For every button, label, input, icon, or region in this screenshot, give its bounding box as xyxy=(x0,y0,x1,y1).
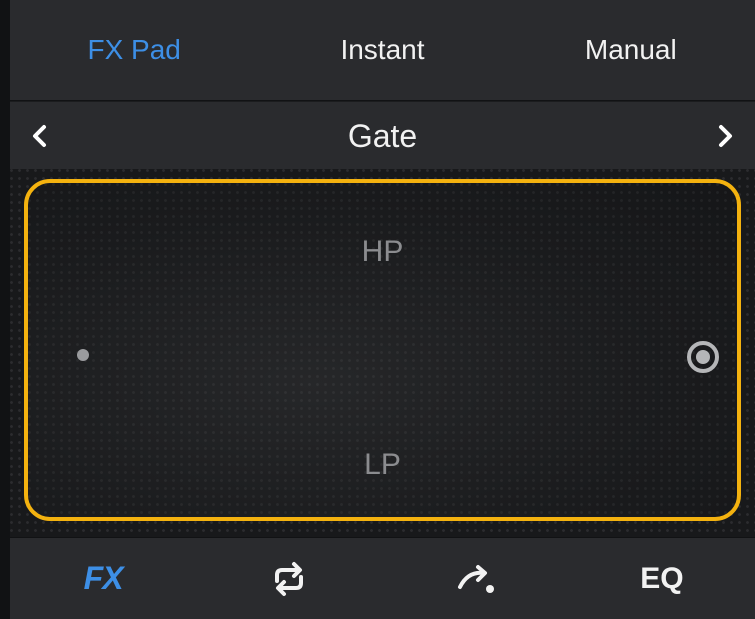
tab-fx-pad[interactable]: FX Pad xyxy=(10,34,258,66)
mode-tabs: FX Pad Instant Manual xyxy=(10,0,755,102)
chevron-right-icon xyxy=(719,125,732,147)
fx-pad[interactable]: HP LP xyxy=(24,179,741,521)
tab-instant[interactable]: Instant xyxy=(258,34,506,66)
loop-icon xyxy=(275,561,304,596)
pitch-bend-tab[interactable] xyxy=(383,538,569,619)
eq-tab[interactable]: EQ xyxy=(569,538,755,619)
bottom-nav: FX EQ xyxy=(10,538,755,619)
tab-manual[interactable]: Manual xyxy=(507,34,755,66)
lp-label: LP xyxy=(364,448,401,481)
effect-name: Gate xyxy=(347,117,418,154)
left-marker-dot xyxy=(77,349,89,361)
effect-selector: Gate xyxy=(10,101,755,170)
eq-label: EQ xyxy=(640,561,684,595)
fx-tab[interactable]: FX xyxy=(10,538,196,619)
hp-label: HP xyxy=(361,235,404,268)
prev-effect-button[interactable] xyxy=(10,102,70,170)
chevron-left-icon xyxy=(33,125,46,147)
next-effect-button[interactable] xyxy=(695,102,755,170)
fx-pad-area: HP LP xyxy=(10,169,755,537)
fx-label: FX xyxy=(83,560,124,596)
target-icon xyxy=(687,341,719,373)
loop-tab[interactable] xyxy=(196,538,382,619)
pitch-bend-icon xyxy=(457,564,494,593)
